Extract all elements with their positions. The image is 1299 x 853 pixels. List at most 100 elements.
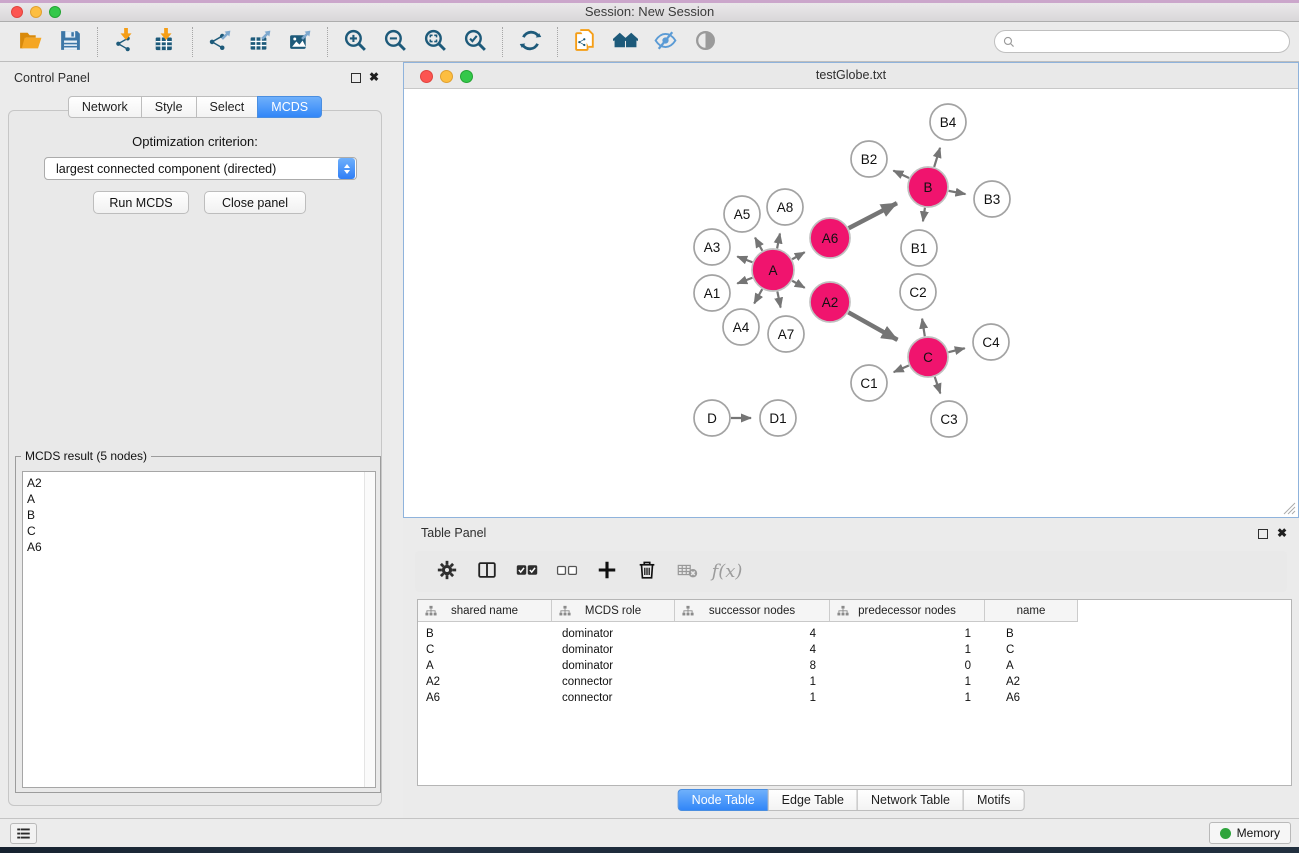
graph-edge-A6-B[interactable] [849,203,897,228]
graph-edge-A-A8[interactable] [777,234,780,249]
import-table-button[interactable] [145,25,185,59]
graph-node-C1[interactable]: C1 [851,365,887,401]
table-close-button[interactable]: ✖ [1277,526,1287,540]
split-panel-button[interactable] [469,555,505,589]
graph-node-C2[interactable]: C2 [900,274,936,310]
search-input[interactable] [1016,32,1289,51]
graph-edge-B-B3[interactable] [949,191,966,194]
tab-select[interactable]: Select [196,96,259,118]
column-header-shared-name[interactable]: shared name [418,600,552,622]
tab-edge-table[interactable]: Edge Table [768,789,858,811]
zoom-in-button[interactable] [335,25,375,59]
graph-node-C3[interactable]: C3 [931,401,967,437]
mcds-result-item[interactable]: C [27,523,375,539]
mcds-result-item[interactable]: A2 [27,475,375,491]
graph-node-A3[interactable]: A3 [694,229,730,265]
memory-button[interactable]: Memory [1209,822,1291,844]
tab-motifs[interactable]: Motifs [963,789,1024,811]
add-column-button[interactable] [589,555,625,589]
tab-network[interactable]: Network [68,96,142,118]
graph-node-C4[interactable]: C4 [973,324,1009,360]
graph-node-A1[interactable]: A1 [694,275,730,311]
graph-edge-B-B1[interactable] [923,208,925,222]
delete-table-button[interactable] [669,555,705,589]
graph-node-B3[interactable]: B3 [974,181,1010,217]
graph-node-A[interactable]: A [752,249,794,291]
zoom-window-button[interactable] [49,6,61,18]
tab-style[interactable]: Style [141,96,197,118]
graph-edge-A2-C[interactable] [848,312,897,340]
export-image-button[interactable] [280,25,320,59]
network-close-button[interactable] [420,70,433,83]
column-header-predecessor-nodes[interactable]: predecessor nodes [830,600,985,622]
list-scrollbar[interactable] [364,472,375,787]
column-header-successor-nodes[interactable]: successor nodes [675,600,830,622]
graph-node-A6[interactable]: A6 [810,218,850,258]
graph-node-B4[interactable]: B4 [930,104,966,140]
task-history-button[interactable] [10,823,37,844]
graph-edge-A-A1[interactable] [737,278,752,284]
mcds-result-item[interactable]: A [27,491,375,507]
select-all-checks-button[interactable] [509,555,545,589]
network-zoom-button[interactable] [460,70,473,83]
graph-edge-A-A7[interactable] [777,292,780,308]
graph-edge-B-B2[interactable] [893,171,909,178]
graph-node-D[interactable]: D [694,400,730,436]
close-window-button[interactable] [11,6,23,18]
close-panel-action-button[interactable]: Close panel [204,191,306,214]
export-table-button[interactable] [240,25,280,59]
zoom-out-button[interactable] [375,25,415,59]
import-network-button[interactable] [105,25,145,59]
duplicate-network-button[interactable] [565,25,605,59]
graph-edge-C-C2[interactable] [922,319,925,337]
mcds-result-item[interactable]: A6 [27,539,375,555]
graph-node-A4[interactable]: A4 [723,309,759,345]
graph-node-A5[interactable]: A5 [724,196,760,232]
mcds-result-list[interactable]: A2ABCA6 [22,471,376,788]
graph-edge-C-C3[interactable] [935,377,941,394]
column-header-name[interactable]: name [985,600,1078,622]
table-float-button[interactable] [1258,529,1268,539]
resize-grip-icon[interactable] [1283,502,1296,515]
open-home-button[interactable] [605,25,645,59]
optimization-criterion-select[interactable]: largest connected component (directed) [44,157,357,180]
graph-node-B[interactable]: B [908,167,948,207]
show-graphics-details-button[interactable] [685,25,725,59]
open-session-button[interactable] [10,25,50,59]
graph-edge-A-A6[interactable] [792,252,805,259]
tab-mcds[interactable]: MCDS [257,96,322,118]
delete-column-button[interactable] [629,555,665,589]
graph-edge-B-B4[interactable] [934,148,940,167]
graph-edge-A-A3[interactable] [737,257,752,263]
search-field[interactable] [994,30,1290,53]
graph-node-B2[interactable]: B2 [851,141,887,177]
tab-node-table[interactable]: Node Table [678,789,769,811]
graph-node-A8[interactable]: A8 [767,189,803,225]
graph-node-A2[interactable]: A2 [810,282,850,322]
graph-node-D1[interactable]: D1 [760,400,796,436]
float-panel-button[interactable] [351,73,361,83]
graph-edge-A-A5[interactable] [755,238,762,251]
tab-network-table[interactable]: Network Table [857,789,964,811]
graph-node-A7[interactable]: A7 [768,316,804,352]
zoom-fit-button[interactable] [415,25,455,59]
export-network-button[interactable] [200,25,240,59]
table-row[interactable]: A6connector11A6 [418,690,1291,706]
save-session-button[interactable] [50,25,90,59]
function-builder-button[interactable]: f(x) [709,555,745,589]
graph-edge-C-C4[interactable] [948,348,964,352]
run-mcds-button[interactable]: Run MCDS [93,191,189,214]
table-row[interactable]: A2connector11A2 [418,674,1291,690]
graph-edge-A-A2[interactable] [792,281,805,288]
table-settings-button[interactable] [429,555,465,589]
minimize-window-button[interactable] [30,6,42,18]
network-minimize-button[interactable] [440,70,453,83]
graph-node-B1[interactable]: B1 [901,230,937,266]
graph-edge-C-C1[interactable] [894,365,909,372]
network-canvas[interactable]: B4B2BB3A5A8A6A3B1AA1C2A2A4A7C4CC1C3DD1 [404,89,1298,517]
refresh-view-button[interactable] [510,25,550,59]
close-panel-button[interactable]: ✖ [369,70,379,84]
zoom-selected-button[interactable] [455,25,495,59]
table-row[interactable]: Adominator80A [418,658,1291,674]
hide-graphics-details-button[interactable] [645,25,685,59]
